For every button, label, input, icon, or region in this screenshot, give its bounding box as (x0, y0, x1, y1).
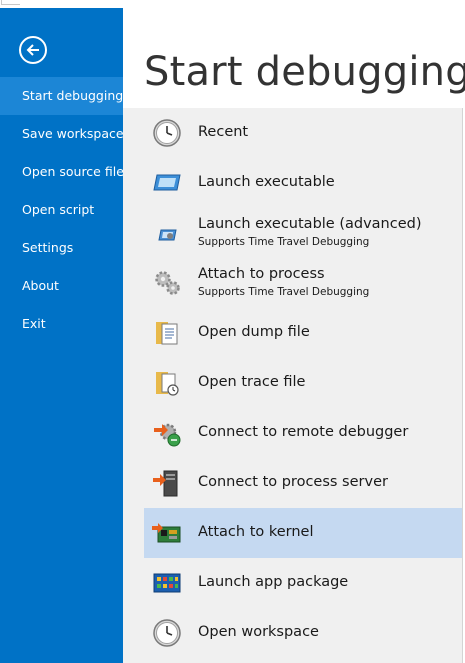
clock-icon (152, 118, 182, 148)
page-title: Start debugging (144, 49, 465, 95)
command-label: Attach to kernel (198, 524, 314, 540)
sidebar-item-save-workspace[interactable]: Save workspace (0, 115, 124, 153)
command-launch-app-package[interactable]: Launch app package (144, 565, 462, 601)
command-attach-to-kernel[interactable]: Attach to kernel (144, 508, 462, 558)
back-button[interactable] (19, 36, 47, 64)
remote-debugger-icon (152, 418, 182, 448)
command-connect-process-server[interactable]: Connect to process server (144, 465, 462, 501)
command-sublabel: Supports Time Travel Debugging (198, 236, 370, 248)
back-arrow-icon (26, 44, 39, 56)
command-launch-executable-advanced[interactable]: Launch executable (advanced) Supports Ti… (144, 215, 462, 251)
command-label: Launch executable (198, 174, 335, 190)
sidebar-item-about[interactable]: About (0, 267, 123, 305)
app-package-icon (152, 568, 182, 598)
command-label: Open trace file (198, 374, 306, 390)
process-server-icon (152, 468, 182, 498)
title-fragment-icon (1, 0, 20, 5)
main-content: Start debugging Recent Launch executable (123, 8, 465, 663)
command-recent[interactable]: Recent (144, 115, 462, 151)
command-label: Recent (198, 124, 249, 140)
command-open-workspace[interactable]: Open workspace (144, 615, 462, 651)
command-open-trace-file[interactable]: Open trace file (144, 365, 462, 401)
window-icon (152, 168, 182, 198)
command-label: Attach to process (198, 266, 325, 282)
panel-edge (462, 108, 463, 663)
sidebar-item-open-script[interactable]: Open script (0, 191, 123, 229)
command-label: Connect to process server (198, 474, 388, 490)
sidebar: Start debugging Save workspace Open sour… (0, 8, 124, 663)
command-label: Launch executable (advanced) (198, 216, 422, 232)
command-label: Open dump file (198, 324, 310, 340)
trace-file-icon (152, 368, 182, 398)
sidebar-item-settings[interactable]: Settings (0, 229, 123, 267)
kernel-board-icon (152, 518, 182, 548)
sidebar-item-start-debugging[interactable]: Start debugging (0, 77, 123, 115)
window-top-strip (0, 0, 465, 8)
command-attach-to-process[interactable]: Attach to process Supports Time Travel D… (144, 265, 462, 301)
command-label: Launch app package (198, 574, 349, 590)
advanced-launch-icon (152, 218, 182, 248)
command-label: Connect to remote debugger (198, 424, 409, 440)
dump-file-icon (152, 318, 182, 348)
sidebar-item-open-source-file[interactable]: Open source file (0, 153, 124, 191)
sidebar-item-exit[interactable]: Exit (0, 305, 123, 343)
command-sublabel: Supports Time Travel Debugging (198, 286, 370, 298)
command-launch-executable[interactable]: Launch executable (144, 165, 462, 201)
workspace-clock-icon (152, 618, 182, 648)
command-connect-remote-debugger[interactable]: Connect to remote debugger (144, 415, 462, 451)
command-label: Open workspace (198, 624, 319, 640)
gears-icon (152, 268, 182, 298)
command-open-dump-file[interactable]: Open dump file (144, 315, 462, 351)
